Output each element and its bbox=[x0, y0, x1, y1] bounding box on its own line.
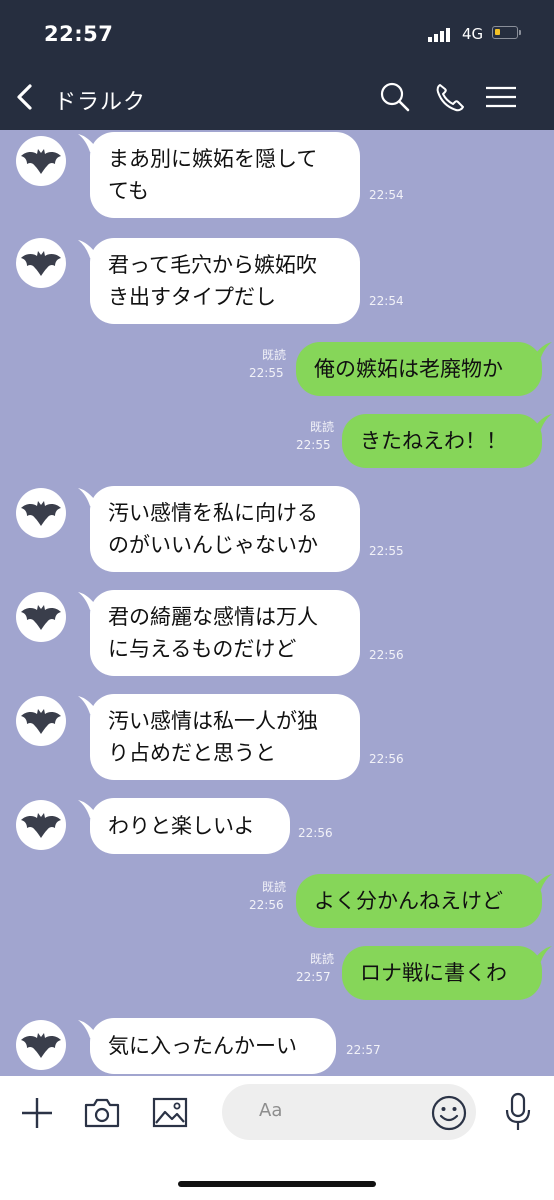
bat-icon bbox=[21, 605, 61, 630]
status-time: 22:57 bbox=[44, 22, 114, 46]
read-receipt: 既読 bbox=[309, 420, 334, 434]
chat-title: ドラルク bbox=[54, 90, 147, 115]
chat-header: 22:57 4G ドラルク bbox=[0, 0, 554, 130]
bat-icon bbox=[21, 149, 61, 174]
bat-icon bbox=[21, 251, 61, 276]
message-time: 22:56 bbox=[249, 898, 284, 912]
avatar[interactable] bbox=[16, 800, 66, 850]
avatar[interactable] bbox=[16, 592, 66, 642]
message-time: 22:54 bbox=[369, 188, 404, 202]
message-input[interactable]: Aa bbox=[222, 1084, 476, 1140]
message-bubble-incoming[interactable]: 汚い感情を私に向ける のがいいんじゃないか bbox=[90, 486, 360, 572]
bat-icon bbox=[21, 709, 61, 734]
message-bubble-incoming[interactable]: 気に入ったんかーい bbox=[90, 1018, 336, 1074]
bubble-tail bbox=[532, 342, 552, 360]
message-bubble-incoming[interactable]: 君って毛穴から嫉妬吹 き出すタイプだし bbox=[90, 238, 360, 324]
chat-area[interactable]: まあ別に嫉妬を隠して ても 22:54 君って毛穴から嫉妬吹 き出すタイプだし … bbox=[0, 130, 554, 1076]
message-bubble-outgoing[interactable]: きたねえわ！！ bbox=[342, 414, 542, 468]
signal-icon bbox=[428, 28, 450, 42]
message-time: 22:54 bbox=[369, 294, 404, 308]
emoji-icon[interactable] bbox=[430, 1094, 468, 1132]
bat-icon bbox=[21, 813, 61, 838]
input-bar: Aa bbox=[0, 1076, 554, 1200]
message-bubble-outgoing[interactable]: よく分かんねえけど bbox=[296, 874, 542, 928]
read-receipt: 既読 bbox=[261, 348, 286, 362]
menu-icon[interactable] bbox=[484, 80, 518, 114]
message-bubble-incoming[interactable]: まあ別に嫉妬を隠して ても bbox=[90, 132, 360, 218]
bat-icon bbox=[21, 501, 61, 526]
message-time: 22:55 bbox=[249, 366, 284, 380]
avatar[interactable] bbox=[16, 696, 66, 746]
microphone-icon[interactable] bbox=[504, 1092, 532, 1132]
message-time: 22:57 bbox=[346, 1043, 381, 1057]
avatar[interactable] bbox=[16, 136, 66, 186]
message-bubble-outgoing[interactable]: 俺の嫉妬は老廃物か bbox=[296, 342, 542, 396]
read-receipt: 既読 bbox=[261, 880, 286, 894]
search-icon[interactable] bbox=[378, 80, 412, 114]
message-time: 22:55 bbox=[296, 438, 331, 452]
battery-cap bbox=[519, 30, 521, 35]
home-indicator[interactable] bbox=[178, 1181, 376, 1187]
back-icon[interactable] bbox=[10, 80, 42, 114]
message-time: 22:55 bbox=[369, 544, 404, 558]
bubble-tail bbox=[532, 874, 552, 892]
message-time: 22:56 bbox=[369, 648, 404, 662]
message-bubble-incoming[interactable]: わりと楽しいよ bbox=[90, 798, 290, 854]
message-time: 22:56 bbox=[369, 752, 404, 766]
camera-icon[interactable] bbox=[84, 1096, 120, 1128]
bat-icon bbox=[21, 1033, 61, 1058]
read-receipt: 既読 bbox=[309, 952, 334, 966]
message-bubble-incoming[interactable]: 君の綺麗な感情は万人 に与えるものだけど bbox=[90, 590, 360, 676]
message-bubble-outgoing[interactable]: ロナ戦に書くわ bbox=[342, 946, 542, 1000]
phone-icon[interactable] bbox=[433, 80, 467, 114]
message-time: 22:56 bbox=[298, 826, 333, 840]
input-placeholder: Aa bbox=[259, 1100, 283, 1121]
avatar[interactable] bbox=[16, 238, 66, 288]
avatar[interactable] bbox=[16, 488, 66, 538]
plus-icon[interactable] bbox=[20, 1096, 54, 1130]
bubble-tail bbox=[532, 414, 552, 432]
battery-icon bbox=[492, 26, 518, 39]
network-type: 4G bbox=[462, 25, 484, 43]
avatar[interactable] bbox=[16, 1020, 66, 1070]
bubble-tail bbox=[532, 946, 552, 964]
message-bubble-incoming[interactable]: 汚い感情は私一人が独 り占めだと思うと bbox=[90, 694, 360, 780]
message-time: 22:57 bbox=[296, 970, 331, 984]
image-icon[interactable] bbox=[152, 1096, 188, 1128]
